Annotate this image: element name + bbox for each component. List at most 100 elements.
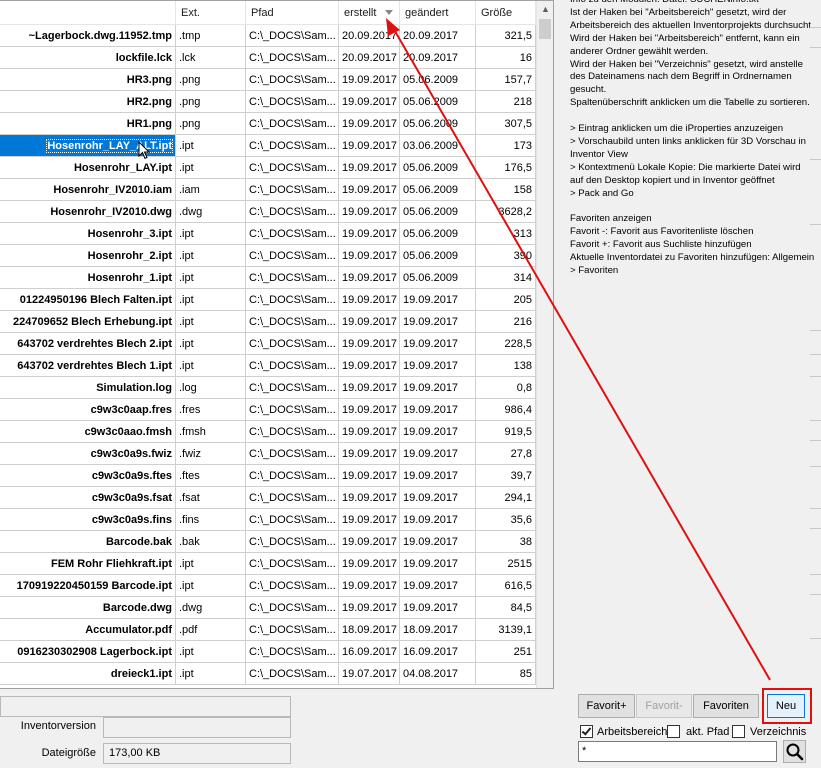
table-row[interactable]: Hosenrohr_LAY.ipt .ipt C:\_DOCS\Sam... 19.0…: [0, 157, 536, 179]
table-row[interactable]: dreieck1.ipt .ipt C:\_DOCS\Sam... 19.07.201…: [0, 663, 536, 685]
modified-date-cell[interactable]: 20.09.2017: [400, 25, 476, 47]
file-path-cell[interactable]: C:\_DOCS\Sam...: [246, 311, 339, 333]
file-ext-cell[interactable]: .ipt: [176, 355, 246, 377]
file-path-cell[interactable]: C:\_DOCS\Sam...: [246, 135, 339, 157]
file-path-cell[interactable]: C:\_DOCS\Sam...: [246, 399, 339, 421]
modified-date-cell[interactable]: 19.09.2017: [400, 289, 476, 311]
modified-date-cell[interactable]: 05.06.2009: [400, 69, 476, 91]
file-path-cell[interactable]: C:\_DOCS\Sam...: [246, 333, 339, 355]
created-date-cell[interactable]: 19.09.2017: [339, 597, 400, 619]
modified-date-cell[interactable]: 05.06.2009: [400, 245, 476, 267]
col-header-name[interactable]: [0, 1, 176, 25]
file-ext-cell[interactable]: .fres: [176, 399, 246, 421]
file-path-cell[interactable]: C:\_DOCS\Sam...: [246, 91, 339, 113]
file-size-cell[interactable]: 138: [476, 355, 536, 377]
active-path-checkbox[interactable]: [667, 725, 680, 738]
file-ext-cell[interactable]: .iam: [176, 179, 246, 201]
created-date-cell[interactable]: 19.09.2017: [339, 465, 400, 487]
file-ext-cell[interactable]: .fsat: [176, 487, 246, 509]
file-ext-cell[interactable]: .fmsh: [176, 421, 246, 443]
file-path-cell[interactable]: C:\_DOCS\Sam...: [246, 157, 339, 179]
file-ext-cell[interactable]: .ipt: [176, 641, 246, 663]
file-path-cell[interactable]: C:\_DOCS\Sam...: [246, 25, 339, 47]
file-path-cell[interactable]: C:\_DOCS\Sam...: [246, 619, 339, 641]
file-name-cell[interactable]: 01224950196 Blech Falten.ipt: [0, 289, 176, 311]
file-size-cell[interactable]: 3628,2: [476, 201, 536, 223]
file-ext-cell[interactable]: .pdf: [176, 619, 246, 641]
modified-date-cell[interactable]: 19.09.2017: [400, 531, 476, 553]
table-row[interactable]: HR3.png .png C:\_DOCS\Sam... 19.09.2017 05.0…: [0, 69, 536, 91]
file-name-cell[interactable]: 643702 verdrehtes Blech 1.ipt: [0, 355, 176, 377]
file-size-cell[interactable]: 176,5: [476, 157, 536, 179]
file-path-cell[interactable]: C:\_DOCS\Sam...: [246, 47, 339, 69]
file-path-cell[interactable]: C:\_DOCS\Sam...: [246, 377, 339, 399]
file-path-cell[interactable]: C:\_DOCS\Sam...: [246, 355, 339, 377]
modified-date-cell[interactable]: 05.06.2009: [400, 267, 476, 289]
created-date-cell[interactable]: 19.09.2017: [339, 311, 400, 333]
scroll-up-arrow-icon[interactable]: ▲: [537, 1, 553, 18]
file-size-cell[interactable]: 216: [476, 311, 536, 333]
file-name-cell[interactable]: Accumulator.pdf: [0, 619, 176, 641]
modified-date-cell[interactable]: 19.09.2017: [400, 399, 476, 421]
file-size-cell[interactable]: 390: [476, 245, 536, 267]
modified-date-cell[interactable]: 04.08.2017: [400, 663, 476, 685]
table-row[interactable]: Hosenrohr_2.ipt .ipt C:\_DOCS\Sam... 19.09.…: [0, 245, 536, 267]
table-row[interactable]: 643702 verdrehtes Blech 1.ipt .ipt C:\_DOC…: [0, 355, 536, 377]
col-header-path[interactable]: Pfad: [246, 1, 339, 25]
modified-date-cell[interactable]: 19.09.2017: [400, 597, 476, 619]
file-ext-cell[interactable]: .ipt: [176, 289, 246, 311]
table-row[interactable]: Barcode.bak .bak C:\_DOCS\Sam... 19.09.2017…: [0, 531, 536, 553]
file-table[interactable]: Ext. Pfad erstellt geändert Größe ~Lager…: [0, 0, 554, 689]
table-row[interactable]: Hosenrohr_3.ipt .ipt C:\_DOCS\Sam... 19.09.…: [0, 223, 536, 245]
modified-date-cell[interactable]: 19.09.2017: [400, 575, 476, 597]
file-path-cell[interactable]: C:\_DOCS\Sam...: [246, 597, 339, 619]
file-ext-cell[interactable]: .tmp: [176, 25, 246, 47]
created-date-cell[interactable]: 16.09.2017: [339, 641, 400, 663]
file-size-cell[interactable]: 228,5: [476, 333, 536, 355]
created-date-cell[interactable]: 19.09.2017: [339, 399, 400, 421]
table-row[interactable]: 224709652 Blech Erhebung.ipt .ipt C:\_DOCS…: [0, 311, 536, 333]
table-row[interactable]: Hosenrohr_1.ipt .ipt C:\_DOCS\Sam... 19.09.…: [0, 267, 536, 289]
file-ext-cell[interactable]: .bak: [176, 531, 246, 553]
table-vertical-scrollbar[interactable]: ▲: [536, 1, 553, 688]
table-row[interactable]: Simulation.log .log C:\_DOCS\Sam... 19.09.2…: [0, 377, 536, 399]
table-row[interactable]: c9w3c0aao.fmsh .fmsh C:\_DOCS\Sam... 19.09.…: [0, 421, 536, 443]
file-ext-cell[interactable]: .ftes: [176, 465, 246, 487]
col-header-modified[interactable]: geändert: [400, 1, 476, 25]
modified-date-cell[interactable]: 19.09.2017: [400, 509, 476, 531]
scrollbar-thumb[interactable]: [539, 19, 551, 39]
table-row[interactable]: c9w3c0a9s.fsat .fsat C:\_DOCS\Sam... 19.09.…: [0, 487, 536, 509]
file-size-cell[interactable]: 2515: [476, 553, 536, 575]
file-path-cell[interactable]: C:\_DOCS\Sam...: [246, 113, 339, 135]
file-size-cell[interactable]: 294,1: [476, 487, 536, 509]
file-ext-cell[interactable]: .ipt: [176, 135, 246, 157]
file-name-cell[interactable]: c9w3c0a9s.fwiz: [0, 443, 176, 465]
file-ext-cell[interactable]: .ipt: [176, 245, 246, 267]
workspace-checkbox[interactable]: [580, 725, 593, 738]
created-date-cell[interactable]: 19.09.2017: [339, 69, 400, 91]
modified-date-cell[interactable]: 20.09.2017: [400, 47, 476, 69]
file-path-cell[interactable]: C:\_DOCS\Sam...: [246, 421, 339, 443]
favorite-remove-button[interactable]: Favorit-: [636, 694, 692, 718]
file-size-cell[interactable]: 27,8: [476, 443, 536, 465]
modified-date-cell[interactable]: 05.06.2009: [400, 113, 476, 135]
directory-checkbox[interactable]: [732, 725, 745, 738]
file-path-cell[interactable]: C:\_DOCS\Sam...: [246, 179, 339, 201]
file-name-cell[interactable]: 643702 verdrehtes Blech 2.ipt: [0, 333, 176, 355]
table-row[interactable]: ~Lagerbock.dwg.11952.tmp .tmp C:\_DOCS\Sam…: [0, 25, 536, 47]
file-ext-cell[interactable]: .ipt: [176, 575, 246, 597]
created-date-cell[interactable]: 19.09.2017: [339, 487, 400, 509]
table-row[interactable]: Barcode.dwg .dwg C:\_DOCS\Sam... 19.09.2017…: [0, 597, 536, 619]
created-date-cell[interactable]: 19.09.2017: [339, 553, 400, 575]
file-name-cell[interactable]: ~Lagerbock.dwg.11952.tmp: [0, 25, 176, 47]
modified-date-cell[interactable]: 19.09.2017: [400, 355, 476, 377]
file-ext-cell[interactable]: .ipt: [176, 553, 246, 575]
table-row[interactable]: 643702 verdrehtes Blech 2.ipt .ipt C:\_DOC…: [0, 333, 536, 355]
created-date-cell[interactable]: 19.09.2017: [339, 443, 400, 465]
file-ext-cell[interactable]: .log: [176, 377, 246, 399]
file-size-cell[interactable]: 38: [476, 531, 536, 553]
file-name-cell[interactable]: 224709652 Blech Erhebung.ipt: [0, 311, 176, 333]
created-date-cell[interactable]: 19.09.2017: [339, 113, 400, 135]
file-path-cell[interactable]: C:\_DOCS\Sam...: [246, 267, 339, 289]
created-date-cell[interactable]: 19.09.2017: [339, 245, 400, 267]
